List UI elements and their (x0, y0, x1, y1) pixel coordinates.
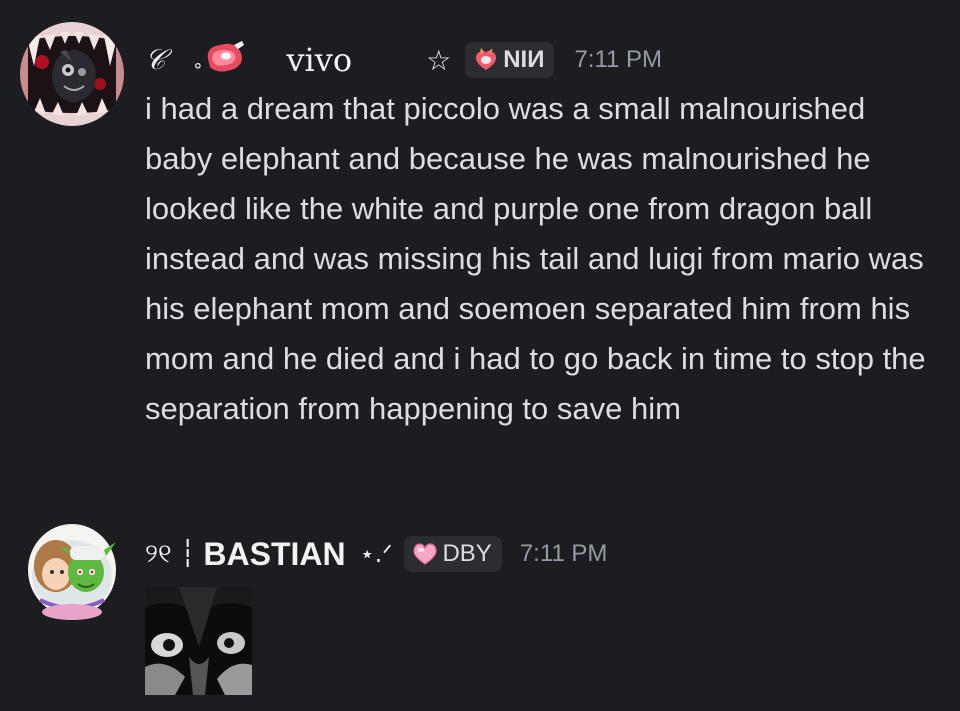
chat-messages: 𝒞 ° vivo ☆ NIИ 7:11 PM i had a dream tha… (0, 0, 960, 711)
username[interactable]: vivo (286, 41, 352, 79)
avatar[interactable] (20, 520, 124, 624)
message-header: ୨୧ ┆ BASTIAN ⋆.ᐟ DBY 7:11 PM (145, 530, 607, 578)
username-prefix: 𝒞 (145, 43, 166, 76)
guild-tag[interactable]: DBY (404, 536, 502, 572)
timestamp[interactable]: 7:11 PM (574, 46, 662, 74)
timestamp[interactable]: 7:11 PM (520, 540, 608, 568)
fanged-creature-avatar-icon (20, 22, 124, 126)
fire-heart-icon (476, 48, 497, 70)
image-attachment[interactable] (145, 587, 252, 695)
pink-heart-icon (413, 543, 438, 565)
username-prefix: ୨୧ ┆ (145, 538, 196, 569)
username[interactable]: BASTIAN (203, 536, 345, 573)
message: 𝒞 ° vivo ☆ NIИ 7:11 PM i had a dream tha… (0, 0, 960, 490)
message: ୨୧ ┆ BASTIAN ⋆.ᐟ DBY 7:11 PM (0, 520, 960, 711)
dark-face-image-icon (145, 587, 252, 695)
avatar[interactable] (20, 22, 124, 126)
dot-deco-icon: ° (193, 59, 203, 81)
anime-duo-avatar-icon (20, 520, 124, 624)
message-header: 𝒞 ° vivo ☆ NIИ 7:11 PM (145, 36, 662, 84)
message-content: i had a dream that piccolo was a small m… (145, 91, 926, 426)
guild-tag-label: NIИ (503, 46, 545, 73)
guild-tag[interactable]: NIИ (465, 42, 555, 78)
meat-icon (204, 41, 246, 79)
sparkle-deco: ⋆.ᐟ (359, 540, 393, 568)
guild-tag-label: DBY (442, 540, 492, 567)
star-icon: ☆ (426, 43, 452, 77)
